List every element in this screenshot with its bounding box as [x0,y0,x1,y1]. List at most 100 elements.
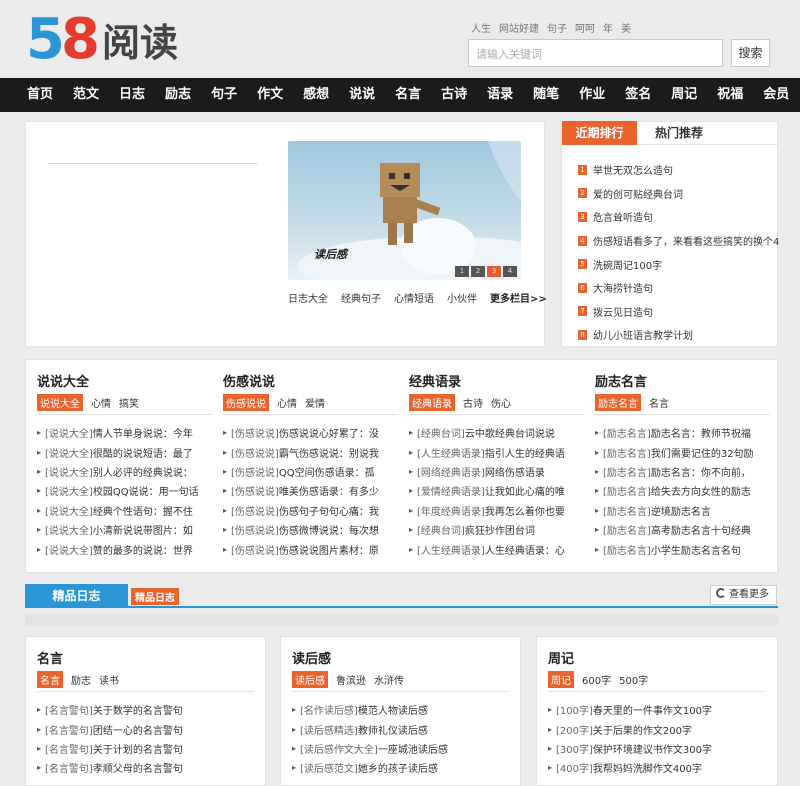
list-item[interactable]: ▸ [名言警句] 关于数学的名言警句 [37,700,227,719]
hot-word[interactable]: 人生 [471,20,491,35]
list-item[interactable]: ▸ [励志名言] 高考励志名言十句经典 [595,520,770,539]
column-tag[interactable]: 读书 [99,672,119,687]
column-tag[interactable]: 古诗 [463,395,483,410]
column-tag[interactable]: 励志 [71,672,91,687]
column-tag-active[interactable]: 名言 [37,670,63,688]
item-title[interactable]: 经典个性语句：握不住 [93,503,193,518]
column-tag[interactable]: 600字 [582,672,611,687]
item-title[interactable]: 人生经典语录：心 [485,542,565,557]
item-category[interactable]: [人生经典语录] [417,542,485,557]
item-category[interactable]: [说说大全] [45,483,93,498]
item-title[interactable]: 关于后果的作文200字 [593,722,692,737]
more-categories-link[interactable]: 更多栏目>> [490,290,547,305]
item-title[interactable]: 保护环境建议书作文300字 [593,741,712,756]
hot-word[interactable]: 呵呵 [575,20,595,35]
column-title[interactable]: 周记 [548,648,738,667]
site-logo[interactable]: 5 8 阅读 [26,6,178,68]
list-item[interactable]: ▸ [名作读后感] 模范人物读后感 [292,700,482,719]
item-title[interactable]: 别人必评的经典说说： [93,464,193,479]
nav-item-sentences[interactable]: 句子 [204,78,244,112]
nav-item-blessings[interactable]: 祝福 [710,78,750,112]
item-category[interactable]: [说说大全] [45,445,93,460]
rank-title[interactable]: 大海捞针造句 [593,280,653,295]
column-title[interactable]: 伤感说说 [223,371,398,390]
search-button[interactable]: 搜索 [731,39,770,67]
item-category[interactable]: [名言警句] [45,722,93,737]
list-item[interactable]: ▸ [名言警句] 关于计划的名言警句 [37,739,227,758]
item-title[interactable]: 春天里的一件事作文100字 [593,702,712,717]
item-title[interactable]: 伤感句子句句心痛：我 [279,503,379,518]
list-item[interactable]: ▸ [励志名言] 励志名言：你不向前， [595,462,770,481]
item-category[interactable]: [说说大全] [45,522,93,537]
item-title[interactable]: 我帮妈妈洗脚作文400字 [593,760,702,775]
item-title[interactable]: 指引人生的经典语 [485,445,565,460]
list-item[interactable]: ▸ [说说大全] 很酷的说说短语：最了 [37,442,212,461]
item-category[interactable]: [伤感说说] [231,522,279,537]
list-item[interactable]: ▸ [说说大全] 赞的最多的说说：世界 [37,539,212,558]
item-title[interactable]: 让我如此心痛的唯 [485,483,565,498]
nav-item-home[interactable]: 首页 [20,78,60,112]
item-category[interactable]: [伤感说说] [231,503,279,518]
featured-diary-tag[interactable]: 精品日志 [131,588,179,605]
column-tag-active[interactable]: 励志名言 [595,393,641,411]
nav-item-homework[interactable]: 作业 [572,78,612,112]
item-category[interactable]: [网络经典语录] [417,464,485,479]
item-category[interactable]: [伤感说说] [231,425,279,440]
search-input[interactable]: 请输入关键词 [468,39,723,67]
item-category[interactable]: [励志名言] [603,483,651,498]
item-category[interactable]: [励志名言] [603,464,651,479]
list-item[interactable]: ▸ [爱情经典语录] 让我如此心痛的唯 [409,481,584,500]
list-item[interactable]: ▸ [励志名言] 逆境励志名言 [595,501,770,520]
column-tag-active[interactable]: 说说大全 [37,393,83,411]
list-item[interactable]: ▸ [人生经典语录] 人生经典语录：心 [409,539,584,558]
rank-title[interactable]: 幼儿小班语言教学计划 [593,327,693,342]
column-tag[interactable]: 鲁滨逊 [336,672,366,687]
list-item[interactable]: ▸ [读后感范文] 她乡的孩子读后感 [292,758,482,777]
list-item[interactable]: ▸ [读后感精选] 教师礼仪读后感 [292,719,482,738]
featured-slider[interactable]: 读后感 1 2 3 4 [288,141,521,280]
column-tag[interactable]: 伤心 [491,395,511,410]
list-item[interactable]: ▸ [年度经典语录] 我再怎么着你也要 [409,501,584,520]
rank-title[interactable]: 拨云见日造句 [593,304,653,319]
item-title[interactable]: 逆境励志名言 [651,503,711,518]
list-item[interactable]: ▸ [200字] 关于后果的作文200字 [548,719,738,738]
item-category[interactable]: [励志名言] [603,445,651,460]
rank-title[interactable]: 伤感短语看多了，来看看这些搞笑的换个4 [593,233,779,248]
list-item[interactable]: ▸ [经典台词] 疯狂抄作团台词 [409,520,584,539]
item-category[interactable]: [爱情经典语录] [417,483,485,498]
item-category[interactable]: [名作读后感] [300,702,358,717]
item-title[interactable]: 很酷的说说短语：最了 [93,445,193,460]
item-category[interactable]: [励志名言] [603,425,651,440]
item-title[interactable]: 教师礼仪读后感 [358,722,428,737]
item-category[interactable]: [读后感精选] [300,722,358,737]
item-title[interactable]: 一座城池读后感 [378,741,448,756]
item-title[interactable]: 霸气伤感说说：别说我 [279,445,379,460]
nav-item-inspiration[interactable]: 励志 [158,78,198,112]
nav-item-signature[interactable]: 签名 [618,78,658,112]
list-item[interactable]: ▸ [伤感说说] 伤感句子句句心痛：我 [223,501,398,520]
ranking-item[interactable]: 4 伤感短语看多了，来看看这些搞笑的换个4 [578,229,779,253]
tab-hot-recommend[interactable]: 热门推荐 [637,121,703,144]
column-title[interactable]: 读后感 [292,648,482,667]
item-category[interactable]: [伤感说说] [231,542,279,557]
item-title[interactable]: 她乡的孩子读后感 [358,760,438,775]
tab-recent-ranking[interactable]: 近期排行 [562,121,637,145]
list-item[interactable]: ▸ [名言警句] 团结一心的名言警句 [37,719,227,738]
slider-link[interactable]: 小伙伴 [447,290,477,305]
item-category[interactable]: [励志名言] [603,542,651,557]
item-category[interactable]: [说说大全] [45,425,93,440]
nav-item-weekly[interactable]: 周记 [664,78,704,112]
column-tag[interactable]: 名言 [649,395,669,410]
item-title[interactable]: 孝顺父母的名言警句 [93,760,183,775]
item-title[interactable]: 伤感说说图片素材：原 [279,542,379,557]
ranking-item[interactable]: 3 危言耸听造句 [578,205,779,229]
item-title[interactable]: 我再怎么着你也要 [485,503,565,518]
list-item[interactable]: ▸ [说说大全] 别人必评的经典说说： [37,462,212,481]
item-category[interactable]: [经典台词] [417,425,465,440]
nav-item-essays[interactable]: 范文 [66,78,106,112]
list-item[interactable]: ▸ [300字] 保护环境建议书作文300字 [548,739,738,758]
list-item[interactable]: ▸ [名言警句] 孝顺父母的名言警句 [37,758,227,777]
item-title[interactable]: 励志名言：你不向前， [651,464,751,479]
list-item[interactable]: ▸ [人生经典语录] 指引人生的经典语 [409,442,584,461]
list-item[interactable]: ▸ [说说大全] 情人节单身说说：今年 [37,423,212,442]
